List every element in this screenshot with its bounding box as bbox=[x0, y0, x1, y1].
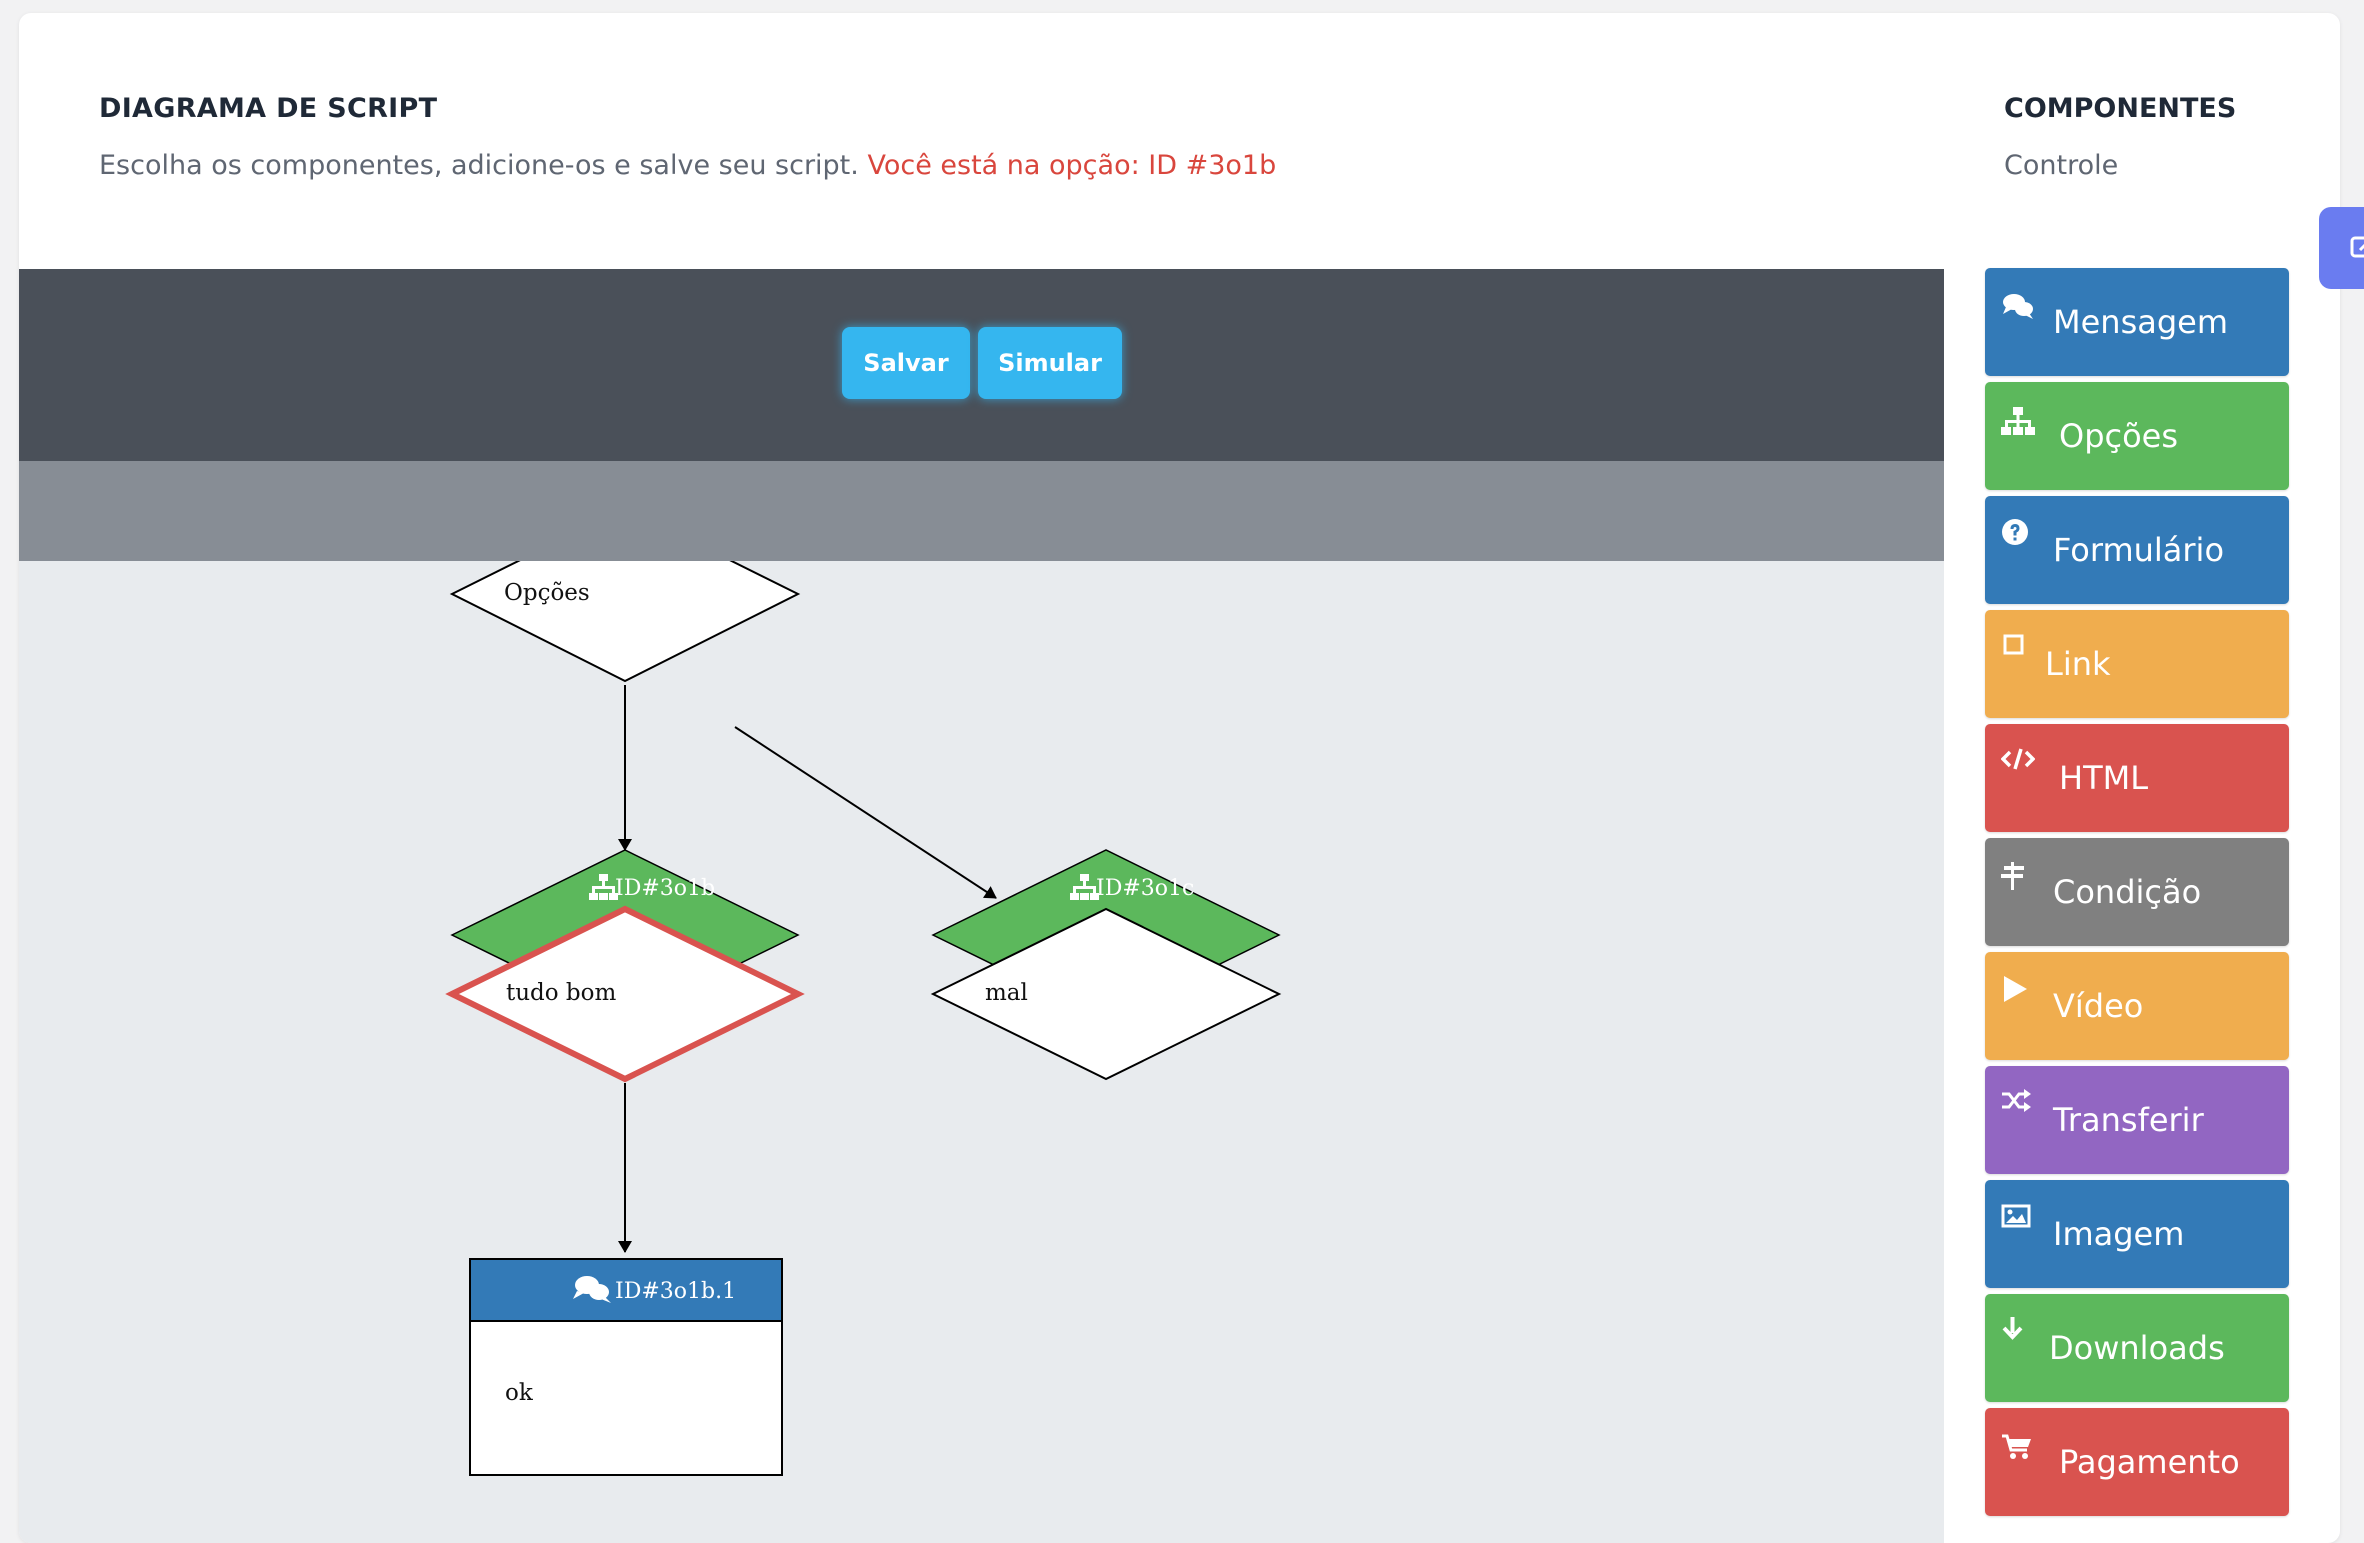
play-icon bbox=[2004, 976, 2027, 1002]
simulate-button[interactable]: Simular bbox=[978, 327, 1122, 399]
cart-icon bbox=[2002, 1434, 2031, 1459]
component-label: Vídeo bbox=[2053, 987, 2144, 1025]
diagram-svg: Opções ID#3o1b tudo bom ID#3o1c mal ID#3… bbox=[445, 561, 1282, 1476]
option-a-label: tudo bom bbox=[506, 980, 617, 1006]
component-label: Mensagem bbox=[2053, 303, 2229, 341]
component-mensagem-button[interactable]: Mensagem bbox=[1985, 268, 2289, 376]
components-title: COMPONENTES bbox=[2004, 93, 2237, 124]
save-button[interactable]: Salvar bbox=[842, 327, 970, 399]
component-formulario-button[interactable]: Formulário bbox=[1985, 496, 2289, 604]
component-label: Transferir bbox=[2053, 1101, 2204, 1139]
option-node-a[interactable]: ID#3o1b tudo bom bbox=[445, 849, 805, 1083]
component-condicao-button[interactable]: Condição bbox=[1985, 838, 2289, 946]
component-pagamento-button[interactable]: Pagamento bbox=[1985, 1408, 2289, 1516]
diagram-canvas[interactable]: Opções ID#3o1b tudo bom ID#3o1c mal ID#3… bbox=[19, 561, 1944, 1543]
image-icon bbox=[2001, 1204, 2031, 1228]
components-subtitle: Controle bbox=[2004, 150, 2119, 181]
current-option-text: Você está na opção: ID #3o1b bbox=[867, 150, 1277, 181]
page-subtitle: Escolha os componentes, adicione-os e sa… bbox=[99, 150, 1276, 181]
comments-icon bbox=[2003, 294, 2033, 319]
option-a-id: ID#3o1b bbox=[615, 876, 715, 901]
component-label: Link bbox=[2045, 645, 2111, 683]
option-b-id: ID#3o1c bbox=[1096, 876, 1194, 901]
sitemap-icon bbox=[2001, 407, 2035, 435]
page-title: DIAGRAMA DE SCRIPT bbox=[99, 93, 438, 124]
connector-root-option-b bbox=[734, 726, 997, 899]
component-label: HTML bbox=[2059, 759, 2149, 797]
option-node-b[interactable]: ID#3o1c mal bbox=[930, 849, 1282, 1081]
component-opcoes-button[interactable]: Opções bbox=[1985, 382, 2289, 490]
question-circle-icon bbox=[2002, 519, 2028, 545]
component-label: Formulário bbox=[2053, 531, 2225, 569]
side-panel-toggle[interactable] bbox=[2319, 207, 2364, 289]
square-outline-icon bbox=[2003, 634, 2024, 655]
code-icon bbox=[2001, 748, 2035, 770]
subtitle-text: Escolha os componentes, adicione-os e sa… bbox=[99, 150, 859, 181]
root-node-label: Opções bbox=[504, 580, 590, 606]
message-node[interactable]: ID#3o1b.1 ok bbox=[469, 1258, 783, 1476]
download-icon bbox=[2002, 1317, 2023, 1340]
component-link-button[interactable]: Link bbox=[1985, 610, 2289, 718]
component-label: Opções bbox=[2059, 417, 2179, 455]
component-label: Pagamento bbox=[2059, 1443, 2240, 1481]
component-label: Imagem bbox=[2053, 1215, 2185, 1253]
component-imagem-button[interactable]: Imagem bbox=[1985, 1180, 2289, 1288]
component-html-button[interactable]: HTML bbox=[1985, 724, 2289, 832]
diagram-toolbar: Salvar Simular bbox=[19, 269, 1944, 461]
toolbar-subbar bbox=[19, 461, 1944, 561]
component-label: Downloads bbox=[2049, 1329, 2225, 1367]
root-options-node[interactable]: Opções bbox=[449, 561, 801, 683]
component-downloads-button[interactable]: Downloads bbox=[1985, 1294, 2289, 1402]
component-video-button[interactable]: Vídeo bbox=[1985, 952, 2289, 1060]
option-b-label: mal bbox=[985, 980, 1028, 1006]
shuffle-icon bbox=[2002, 1089, 2031, 1112]
component-transferir-button[interactable]: Transferir bbox=[1985, 1066, 2289, 1174]
edit-icon bbox=[2350, 236, 2364, 258]
component-label: Condição bbox=[2053, 873, 2202, 911]
signpost-icon bbox=[2001, 862, 2024, 890]
message-id: ID#3o1b.1 bbox=[615, 1279, 736, 1304]
message-label: ok bbox=[505, 1380, 534, 1406]
